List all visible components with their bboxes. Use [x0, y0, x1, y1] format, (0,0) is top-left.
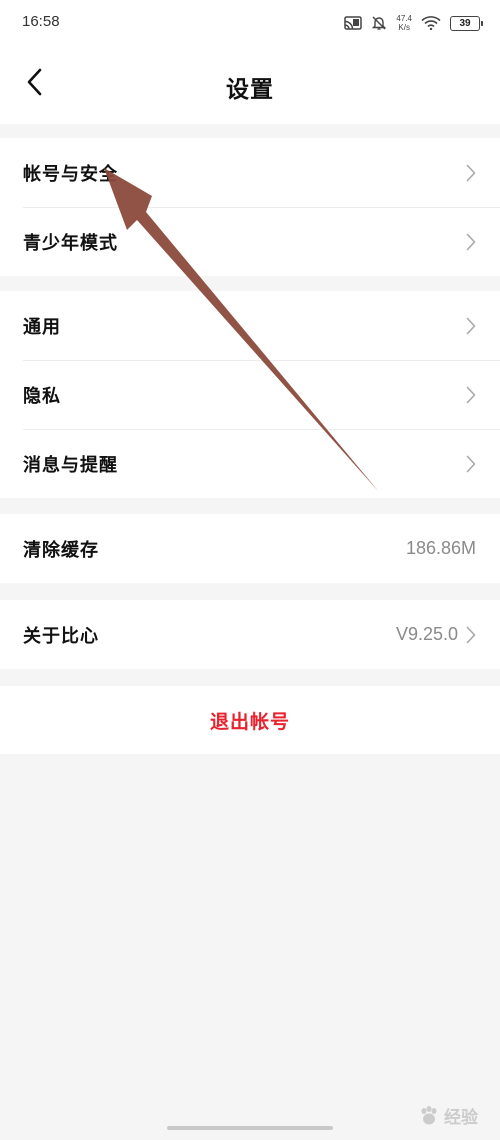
- status-bar: 16:58 47.4 K/s 39: [0, 0, 500, 46]
- chevron-right-icon: [466, 164, 476, 181]
- battery-icon: 39: [450, 15, 483, 31]
- settings-item-label: 帐号与安全: [23, 163, 118, 185]
- logout-label: 退出帐号: [209, 710, 290, 733]
- settings-item-youth-mode[interactable]: 青少年模式: [0, 207, 500, 276]
- chevron-right-icon: [466, 386, 476, 403]
- settings-item-account-security[interactable]: 帐号与安全: [0, 138, 500, 207]
- page-title: 设置: [226, 77, 274, 103]
- cache-size-value: 186.86M: [405, 538, 476, 558]
- chevron-right-icon: [466, 455, 476, 472]
- settings-group-cache: 清除缓存 186.86M: [0, 514, 500, 583]
- baidu-paw-icon: [421, 1105, 437, 1124]
- wifi-icon: [421, 16, 441, 30]
- net-speed-value: 47.4: [396, 14, 412, 23]
- settings-item-general[interactable]: 通用: [0, 291, 500, 360]
- cast-icon: [344, 16, 363, 30]
- settings-item-label: 青少年模式: [23, 232, 118, 254]
- watermark-text: 经验: [444, 1108, 478, 1127]
- settings-item-privacy[interactable]: 隐私: [0, 360, 500, 429]
- bell-off-icon: [371, 15, 387, 31]
- settings-item-label: 关于比心: [23, 625, 99, 647]
- settings-group-account: 帐号与安全 青少年模式: [0, 138, 500, 276]
- app-version-value: V9.25.0: [395, 624, 458, 644]
- settings-item-label: 隐私: [23, 385, 61, 407]
- settings-item-notifications[interactable]: 消息与提醒: [0, 429, 500, 498]
- status-time: 16:58: [22, 13, 60, 30]
- settings-item-label: 通用: [23, 316, 61, 338]
- settings-item-label: 清除缓存: [23, 539, 99, 561]
- settings-item-label: 消息与提醒: [23, 454, 118, 476]
- baidu-watermark: 经验: [418, 1103, 478, 1128]
- chevron-right-icon: [466, 233, 476, 250]
- logout-button[interactable]: 退出帐号: [0, 686, 500, 754]
- status-icons: 47.4 K/s 39: [344, 10, 483, 36]
- nav-bar: 设置: [0, 46, 500, 124]
- settings-group-general: 通用 隐私 消息与提醒: [0, 291, 500, 498]
- chevron-right-icon: [466, 317, 476, 334]
- settings-group-about: 关于比心 V9.25.0: [0, 600, 500, 669]
- settings-item-about[interactable]: 关于比心 V9.25.0: [0, 600, 500, 669]
- net-speed: 47.4 K/s: [396, 14, 412, 32]
- settings-item-clear-cache[interactable]: 清除缓存 186.86M: [0, 514, 500, 583]
- chevron-right-icon: [466, 626, 476, 643]
- net-speed-unit: K/s: [398, 23, 410, 32]
- home-indicator[interactable]: [167, 1126, 333, 1130]
